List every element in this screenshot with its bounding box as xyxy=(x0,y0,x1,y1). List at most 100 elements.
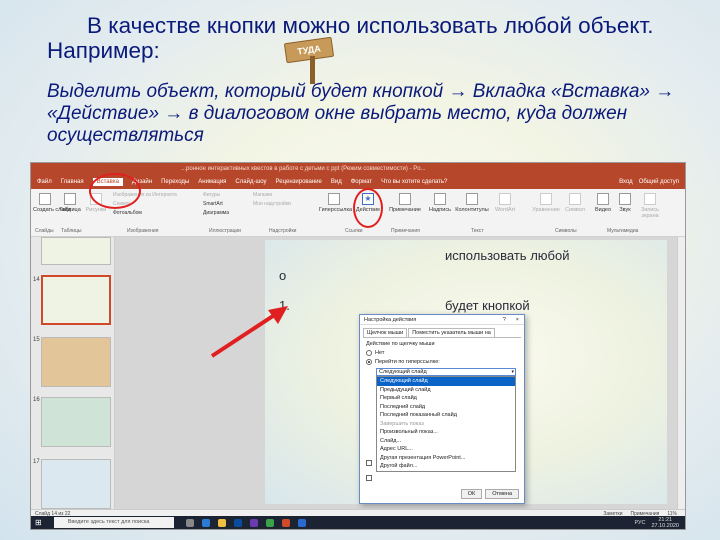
video-button[interactable]: Видео xyxy=(593,193,613,213)
checkbox-highlight[interactable] xyxy=(366,475,372,481)
table-icon xyxy=(64,193,76,205)
dropdown-option[interactable]: Последний показанный слайд xyxy=(377,411,515,420)
dropdown-option[interactable]: Адрес URL... xyxy=(377,445,515,454)
textbox-button[interactable]: Надпись xyxy=(427,193,453,213)
windows-start-icon[interactable]: ⊞ xyxy=(35,518,42,527)
checkbox-play-sound[interactable] xyxy=(366,460,372,466)
edge-icon[interactable] xyxy=(201,518,210,527)
table-label: Таблица xyxy=(59,207,81,213)
action-group-label: Действие по щелчку мыши xyxy=(366,341,435,347)
clock-date: 27.10.2020 xyxy=(651,522,679,529)
slide-thumbnail-14[interactable] xyxy=(41,275,111,325)
dropdown-option[interactable]: Другая презентация PowerPoint... xyxy=(377,454,515,463)
dropdown-option[interactable]: Последний слайд xyxy=(377,403,515,412)
group-label-images: Изображения xyxy=(127,228,159,234)
task-view-icon[interactable] xyxy=(185,518,194,527)
tab-review[interactable]: Рецензирование xyxy=(276,179,322,185)
photoshop-icon[interactable] xyxy=(233,518,242,527)
tab-mouse-click[interactable]: Щелчок мыши xyxy=(363,328,408,337)
cancel-button[interactable]: Отмена xyxy=(485,489,519,499)
signpost-plank: ТУДА xyxy=(283,36,335,64)
onenote-icon[interactable] xyxy=(249,518,258,527)
photo-album-button[interactable]: Фотоальбом xyxy=(113,210,142,216)
store-button[interactable]: Магазин xyxy=(253,192,272,198)
slide-thumbnail-15[interactable] xyxy=(41,337,111,387)
chrome-icon[interactable] xyxy=(265,518,274,527)
ok-button[interactable]: ОК xyxy=(460,489,483,499)
system-tray: РУС 21:21 27.10.2020 xyxy=(634,517,685,529)
share-button[interactable]: Общий доступ xyxy=(639,179,679,185)
dropdown-option[interactable]: Произвольный показ... xyxy=(377,428,515,437)
explorer-icon[interactable] xyxy=(217,518,226,527)
sign-in-link[interactable]: Вход xyxy=(619,179,633,185)
header-footer-button[interactable]: Колонтитулы xyxy=(455,193,489,213)
slide-thumbnail-16[interactable] xyxy=(41,397,111,447)
inner-slide-text-4: будет кнопкой xyxy=(445,298,530,313)
my-addins-button[interactable]: Мои надстройки xyxy=(253,201,291,207)
help-icon[interactable]: ? xyxy=(503,315,506,324)
screen-recording-label: Запись экрана xyxy=(640,207,660,219)
tell-me-search[interactable]: Что вы хотите сделать? xyxy=(381,179,447,185)
dropdown-option[interactable]: Первый слайд xyxy=(377,394,515,403)
equation-label: Уравнение xyxy=(532,207,560,213)
radio-none-label: Нет xyxy=(375,350,385,356)
close-icon[interactable]: × xyxy=(516,315,519,324)
word-icon[interactable] xyxy=(297,518,306,527)
chevron-down-icon[interactable]: ▾ xyxy=(511,369,514,375)
comment-button[interactable]: Примечание xyxy=(389,193,421,213)
hyperlink-button[interactable]: Гиперссылка xyxy=(319,193,352,213)
comment-label: Примечание xyxy=(389,207,421,213)
radio-none[interactable]: Нет xyxy=(366,350,518,356)
powerpoint-icon[interactable] xyxy=(281,518,290,527)
slide-heading-line2: Выделить объект, который будет кнопкой →… xyxy=(47,81,675,146)
speaker-icon xyxy=(619,193,631,205)
red-arrow-annotation xyxy=(210,306,288,358)
smartart-button[interactable]: SmartArt xyxy=(203,201,223,207)
tab-home[interactable]: Главная xyxy=(61,179,84,185)
textbox-icon xyxy=(434,193,446,205)
shapes-button[interactable]: Фигуры xyxy=(203,192,220,198)
language-indicator[interactable]: РУС xyxy=(634,520,645,526)
taskbar-search-box[interactable]: Введите здесь текст для поиска xyxy=(53,517,174,528)
taskbar-clock[interactable]: 21:21 27.10.2020 xyxy=(651,517,679,529)
header-footer-icon xyxy=(466,193,478,205)
radio-hyperlink[interactable]: Перейти по гиперссылке: xyxy=(366,359,518,365)
header-footer-label: Колонтитулы xyxy=(455,207,489,213)
tab-transitions[interactable]: Переходы xyxy=(161,179,189,185)
dropdown-option[interactable]: Предыдущий слайд xyxy=(377,386,515,395)
taskbar-apps xyxy=(185,518,306,527)
pictures-label: Рисунки xyxy=(85,207,107,213)
wordart-button[interactable]: WordArt xyxy=(493,193,517,213)
tab-mouse-over[interactable]: Поместить указатель мыши на xyxy=(408,328,495,337)
tab-view[interactable]: Вид xyxy=(331,179,342,185)
slide-thumbnail-17[interactable] xyxy=(41,459,111,509)
chart-button[interactable]: Диаграмма xyxy=(203,210,229,216)
signpost-pole xyxy=(310,56,315,84)
new-slide-button[interactable]: Создать слайд xyxy=(33,193,71,213)
radio-hyperlink-dot[interactable] xyxy=(366,359,372,365)
symbol-button[interactable]: Символ xyxy=(563,193,587,213)
hyperlink-combo[interactable]: Следующий слайд ▾ xyxy=(376,368,516,376)
dropdown-option[interactable]: Другой файл... xyxy=(377,462,515,471)
group-label-text: Текст xyxy=(471,228,484,234)
dropdown-option[interactable]: Завершить показ xyxy=(377,420,515,429)
dialog-titlebar: Настройка действия ? × xyxy=(360,315,524,325)
tab-file[interactable]: Файл xyxy=(37,179,52,185)
slide-thumbnail-13[interactable] xyxy=(41,237,111,265)
dropdown-option[interactable]: Слайд... xyxy=(377,437,515,446)
video-icon xyxy=(597,193,609,205)
radio-none-dot[interactable] xyxy=(366,350,372,356)
screen-recording-button[interactable]: Запись экрана xyxy=(637,193,663,219)
tab-slideshow[interactable]: Слайд-шоу xyxy=(235,179,266,185)
group-label-media: Мультимедиа xyxy=(607,228,639,234)
audio-button[interactable]: Звук xyxy=(615,193,635,213)
table-button[interactable]: Таблица xyxy=(59,193,81,213)
hyperlink-combo-value: Следующий слайд xyxy=(379,369,427,375)
tab-format[interactable]: Формат xyxy=(351,179,372,185)
equation-button[interactable]: Уравнение xyxy=(531,193,561,213)
vertical-scrollbar[interactable] xyxy=(677,237,685,509)
group-label-addins: Надстройки xyxy=(269,228,297,234)
dropdown-option[interactable]: Следующий слайд xyxy=(377,377,515,386)
slide-editing-area: использовать любой о 1. будет кнопкой На… xyxy=(115,237,685,509)
tab-animations[interactable]: Анимация xyxy=(198,179,226,185)
